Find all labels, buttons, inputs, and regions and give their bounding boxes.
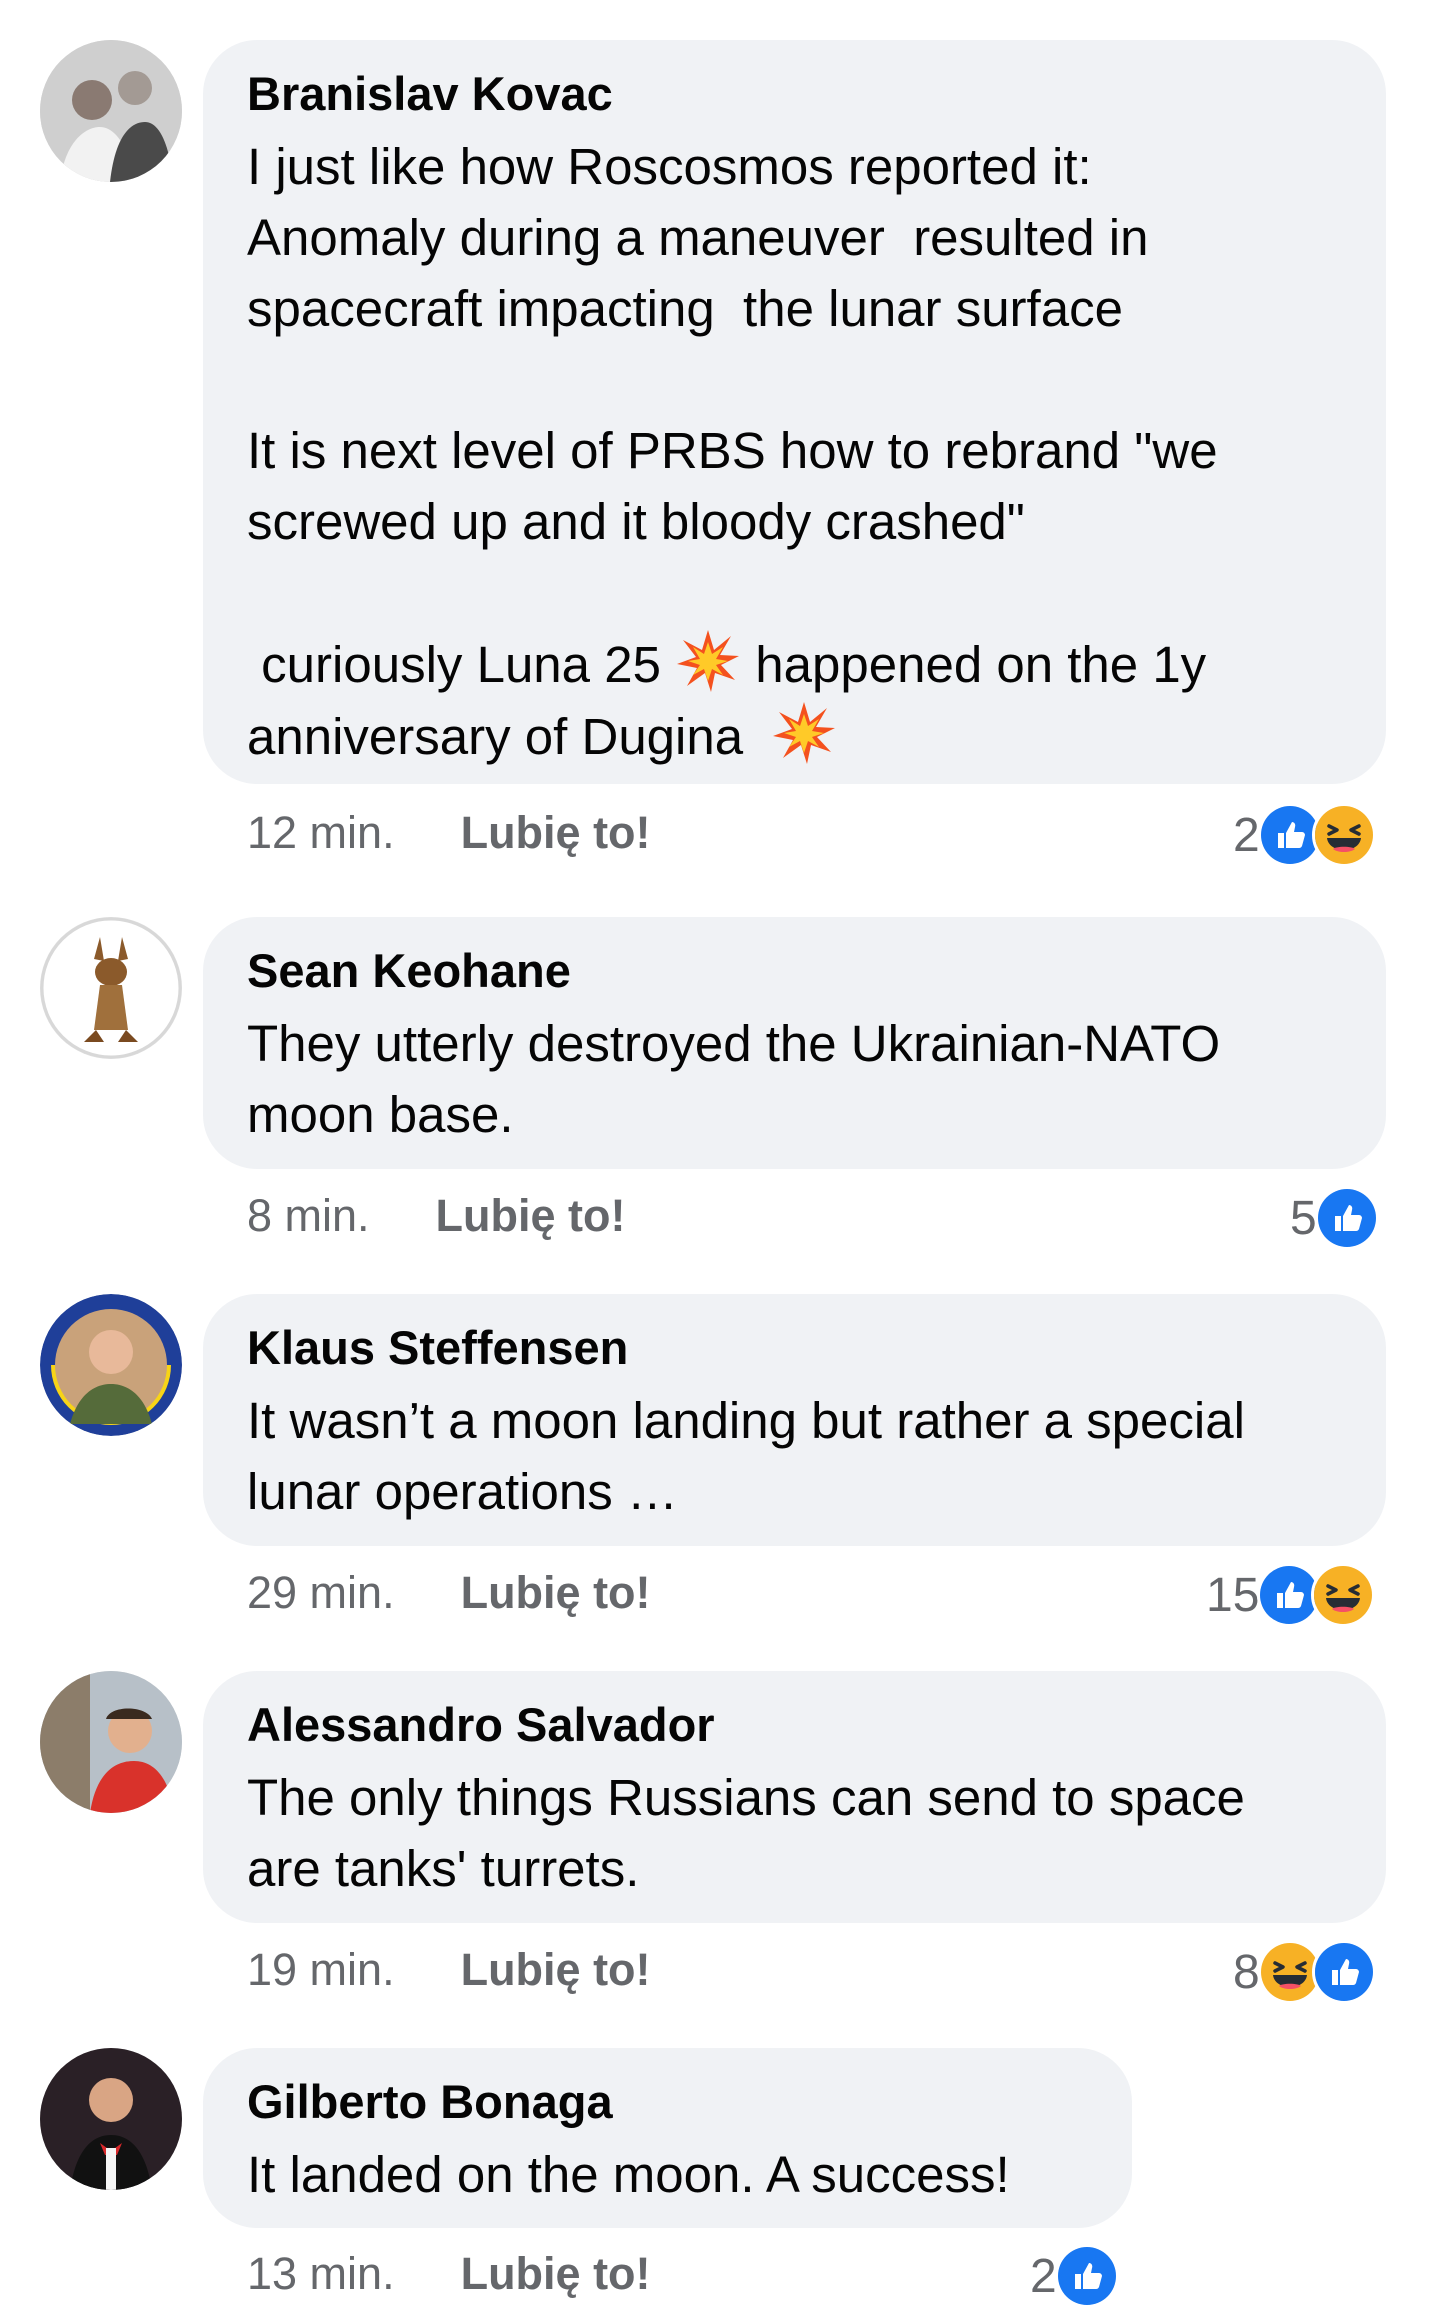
author-name[interactable]: Sean Keohane bbox=[247, 943, 1346, 999]
author-name[interactable]: Klaus Steffensen bbox=[247, 1320, 1346, 1376]
like-icon bbox=[1311, 1940, 1376, 2004]
comment-meta: 8 min. Lubię to! bbox=[247, 1190, 626, 1242]
timestamp[interactable]: 19 min. bbox=[247, 1944, 395, 1995]
comment-meta: 12 min. Lubię to! bbox=[247, 807, 651, 859]
text-fragment: anniversary of Dugina bbox=[247, 708, 772, 765]
comment-bubble: Alessandro Salvador The only things Russ… bbox=[203, 1671, 1386, 1923]
haha-icon bbox=[1311, 803, 1376, 867]
avatar[interactable] bbox=[40, 40, 182, 182]
like-button[interactable]: Lubię to! bbox=[461, 807, 651, 858]
comment-bubble: Klaus Steffensen It wasn’t a moon landin… bbox=[203, 1294, 1386, 1546]
author-name[interactable]: Gilberto Bonaga bbox=[247, 2074, 1092, 2130]
comment-text: The only things Russians can send to spa… bbox=[247, 1769, 1245, 1897]
timestamp[interactable]: 8 min. bbox=[247, 1190, 370, 1241]
avatar[interactable] bbox=[40, 917, 182, 1059]
like-button[interactable]: Lubię to! bbox=[461, 1567, 651, 1618]
comment-text: It wasn’t a moon landing but rather a sp… bbox=[247, 1392, 1245, 1520]
comment-bubble: Branislav Kovac I just like how Roscosmo… bbox=[203, 40, 1386, 784]
comment-bubble: Gilberto Bonaga It landed on the moon. A… bbox=[203, 2048, 1132, 2228]
like-button[interactable]: Lubię to! bbox=[436, 1190, 626, 1241]
comment-text: They utterly destroyed the Ukrainian-NAT… bbox=[247, 1015, 1221, 1143]
reaction-summary[interactable]: 15 bbox=[1206, 1563, 1376, 1627]
reaction-summary[interactable]: 2 bbox=[1030, 2244, 1119, 2308]
avatar[interactable] bbox=[40, 1294, 182, 1436]
reaction-count: 15 bbox=[1206, 1568, 1260, 1622]
comment-meta: 13 min. Lubię to! bbox=[247, 2248, 651, 2300]
timestamp[interactable]: 12 min. bbox=[247, 807, 395, 858]
like-icon bbox=[1314, 1186, 1379, 1250]
text-fragment: happened on the 1y bbox=[741, 636, 1207, 693]
haha-icon bbox=[1311, 1563, 1376, 1627]
collision-emoji-icon bbox=[771, 700, 837, 766]
comment-meta: 29 min. Lubię to! bbox=[247, 1567, 651, 1619]
timestamp[interactable]: 13 min. bbox=[247, 2248, 395, 2299]
author-name[interactable]: Branislav Kovac bbox=[247, 66, 1346, 122]
comment-bubble: Sean Keohane They utterly destroyed the … bbox=[203, 917, 1386, 1169]
avatar[interactable] bbox=[40, 2048, 182, 2190]
reaction-count: 5 bbox=[1290, 1191, 1317, 1245]
reaction-count: 8 bbox=[1233, 1945, 1260, 1999]
comment-text: It is next level of PRBS how to rebrand … bbox=[247, 422, 1218, 550]
reaction-summary[interactable]: 5 bbox=[1290, 1186, 1379, 1250]
reaction-count: 2 bbox=[1233, 808, 1260, 862]
text-fragment: curiously Luna 25 bbox=[247, 636, 676, 693]
like-button[interactable]: Lubię to! bbox=[461, 2248, 651, 2299]
avatar[interactable] bbox=[40, 1671, 182, 1813]
comment-text: It landed on the moon. A success! bbox=[247, 2146, 1010, 2203]
like-icon bbox=[1054, 2244, 1119, 2308]
timestamp[interactable]: 29 min. bbox=[247, 1567, 395, 1618]
reaction-count: 2 bbox=[1030, 2249, 1057, 2303]
reaction-summary[interactable]: 8 bbox=[1233, 1940, 1376, 2004]
like-button[interactable]: Lubię to! bbox=[461, 1944, 651, 1995]
comment-text: I just like how Roscosmos reported it: A… bbox=[247, 138, 1149, 337]
author-name[interactable]: Alessandro Salvador bbox=[247, 1697, 1346, 1753]
comment-text: curiously Luna 25 happened on the 1y anni… bbox=[247, 628, 1346, 772]
comment-meta: 19 min. Lubię to! bbox=[247, 1944, 651, 1996]
collision-emoji-icon bbox=[675, 628, 741, 694]
reaction-summary[interactable]: 2 bbox=[1233, 803, 1376, 867]
